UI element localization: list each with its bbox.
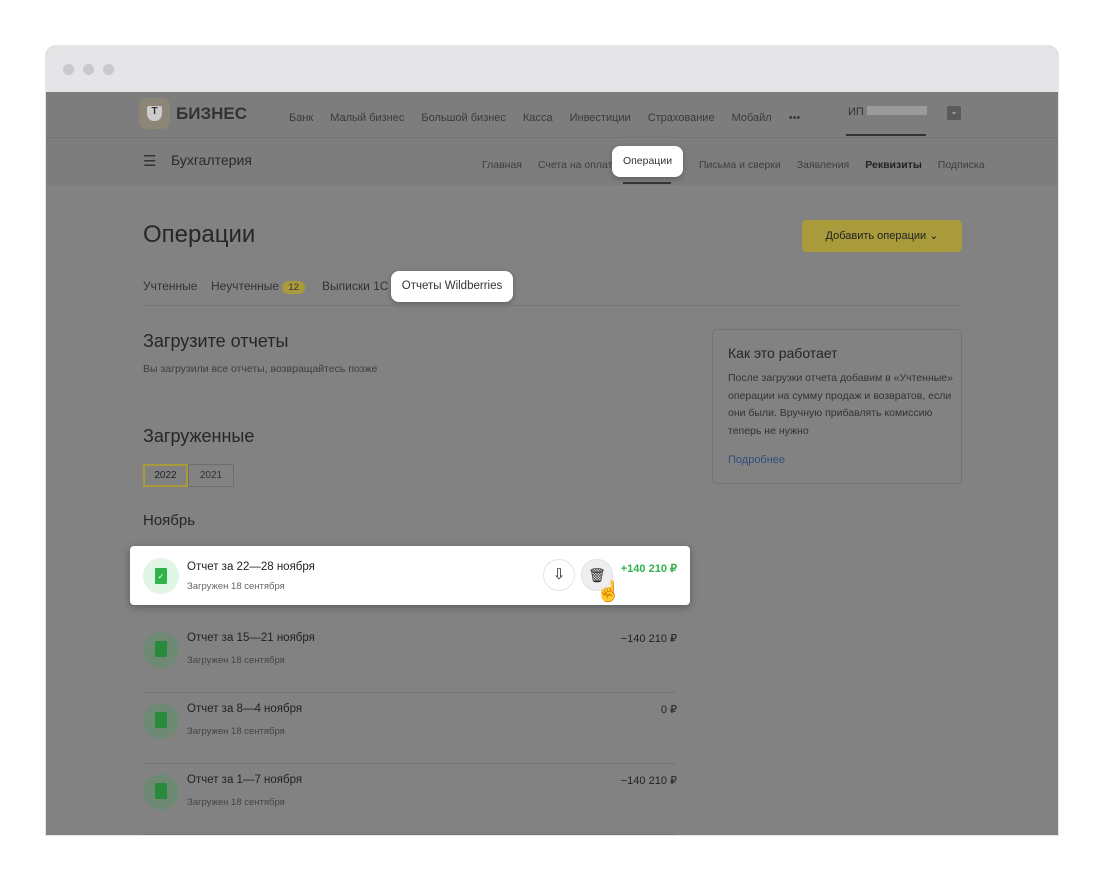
nav-kassa[interactable]: Касса (523, 112, 553, 124)
report-icon (143, 632, 179, 668)
tab-applications[interactable]: Заявления (797, 159, 850, 171)
account-underline (846, 134, 926, 136)
header: Т БИЗНЕС Банк Малый бизнес Большой бизнес К… (46, 92, 1058, 185)
report-title: Отчет за 15—21 ноября (187, 632, 315, 644)
upload-title: Загрузите отчеты (143, 331, 289, 351)
nav-small-business[interactable]: Малый бизнес (330, 112, 404, 124)
profile-dropdown-icon[interactable]: ⌄ (947, 106, 961, 120)
report-row[interactable]: Отчет за 1—7 ноября Загружен 18 сентября −… (143, 764, 677, 835)
logo-shield-icon: Т (147, 106, 162, 121)
account-label: ИП (848, 106, 864, 118)
info-text: После загрузки отчета добавим в «Учтенны… (728, 372, 953, 437)
year-2021-button[interactable]: 2021 (188, 464, 234, 487)
report-amount: −140 210 ₽ (620, 775, 677, 787)
maximize-dot[interactable] (103, 64, 114, 75)
info-title: Как это работает (728, 345, 838, 361)
add-operations-label: Добавить операции (825, 230, 927, 242)
browser-window: Т БИЗНЕС Банк Малый бизнес Большой бизнес К… (46, 46, 1058, 835)
report-icon (143, 703, 179, 739)
report-subtitle: Загружен 18 сентября (187, 797, 285, 808)
tab-accounted[interactable]: Учтенные (143, 279, 197, 293)
document-check-icon (155, 712, 167, 728)
report-row[interactable]: Отчет за 8—4 ноября Загружен 18 сентября 0… (143, 693, 677, 764)
sub-nav: ГлавнаяСчета на оплатуОперацииПисьма и с… (466, 155, 985, 173)
blurred-account-name (866, 106, 927, 115)
add-operations-button[interactable]: Добавить операции ⌄ (802, 220, 962, 252)
account-switcher[interactable]: ИП (848, 106, 927, 118)
tab-subscription[interactable]: Подписка (938, 159, 985, 171)
tab-requisites[interactable]: Реквизиты (865, 159, 922, 171)
year-2022-button[interactable]: 2022 (143, 464, 188, 487)
tab-unaccounted-label: Неучтенные (211, 279, 280, 293)
document-check-icon (155, 783, 167, 799)
nav-insurance[interactable]: Страхование (648, 112, 715, 124)
tab-invoices[interactable]: Счета на оплату (538, 159, 618, 171)
nav-bank[interactable]: Банк (289, 112, 313, 124)
tab-wildberries-reports[interactable]: Отчеты Wildberries (391, 271, 513, 302)
tab-1c-statements[interactable]: Выписки 1С (322, 279, 388, 293)
nav-mobile[interactable]: Мобайл (732, 112, 772, 124)
report-icon (143, 774, 179, 810)
hand-cursor-icon: ☝ (596, 581, 621, 603)
report-title: Отчет за 8—4 ноября (187, 703, 303, 715)
nav-big-business[interactable]: Большой бизнес (421, 112, 506, 124)
document-check-icon: ✓ (155, 568, 167, 584)
minimize-dot[interactable] (83, 64, 94, 75)
tab-letters[interactable]: Письма и сверки (699, 159, 781, 171)
download-cloud-icon[interactable]: ⇩ (543, 559, 575, 591)
report-amount: +140 210 ₽ (620, 563, 677, 575)
active-tab-underline (623, 182, 671, 184)
report-title: Отчет за 1—7 ноября (187, 774, 303, 786)
tabs-divider (143, 305, 962, 306)
upload-subtitle: Вы загрузили все отчеты, возвращайтесь п… (143, 363, 378, 375)
count-badge: 12 (282, 281, 305, 294)
report-amount: −140 210 ₽ (620, 633, 677, 645)
report-row[interactable]: Отчет за 15—21 ноября Загружен 18 сентябр… (143, 622, 677, 693)
report-amount: 0 ₽ (660, 704, 677, 716)
report-subtitle: Загружен 18 сентября (187, 581, 285, 592)
report-title: Отчет за 22—28 ноября (187, 561, 315, 573)
tab-operations[interactable]: Операции (612, 146, 683, 177)
divider (46, 137, 1058, 138)
close-dot[interactable] (63, 64, 74, 75)
month-heading: Ноябрь (143, 512, 196, 529)
tab-main[interactable]: Главная (482, 159, 522, 171)
report-icon: ✓ (143, 558, 179, 594)
info-card: Как это работает После загрузки отчета д… (712, 329, 962, 484)
tab-unaccounted[interactable]: Неучтенные 12 (211, 279, 305, 294)
logo[interactable]: Т (139, 98, 170, 129)
nav-investments[interactable]: Инвестиции (570, 112, 631, 124)
menu-icon[interactable]: ☰ (143, 152, 156, 170)
report-subtitle: Загружен 18 сентября (187, 726, 285, 737)
section-title: Бухгалтерия (171, 152, 252, 168)
page-title: Операции (143, 221, 256, 248)
learn-more-link[interactable]: Подробнее (728, 454, 785, 466)
document-check-icon (155, 641, 167, 657)
report-subtitle: Загружен 18 сентября (187, 655, 285, 666)
title-bar (46, 46, 1058, 92)
uploaded-title: Загруженные (143, 426, 255, 446)
brand-name: БИЗНЕС (176, 104, 247, 123)
report-row-highlighted[interactable]: ✓ Отчет за 22—28 ноября Загружен 18 сент… (130, 546, 690, 605)
more-icon[interactable]: ••• (789, 112, 801, 124)
chevron-down-icon: ⌄ (929, 230, 939, 242)
top-nav: Банк Малый бизнес Большой бизнес Касса Инвес… (289, 108, 817, 126)
